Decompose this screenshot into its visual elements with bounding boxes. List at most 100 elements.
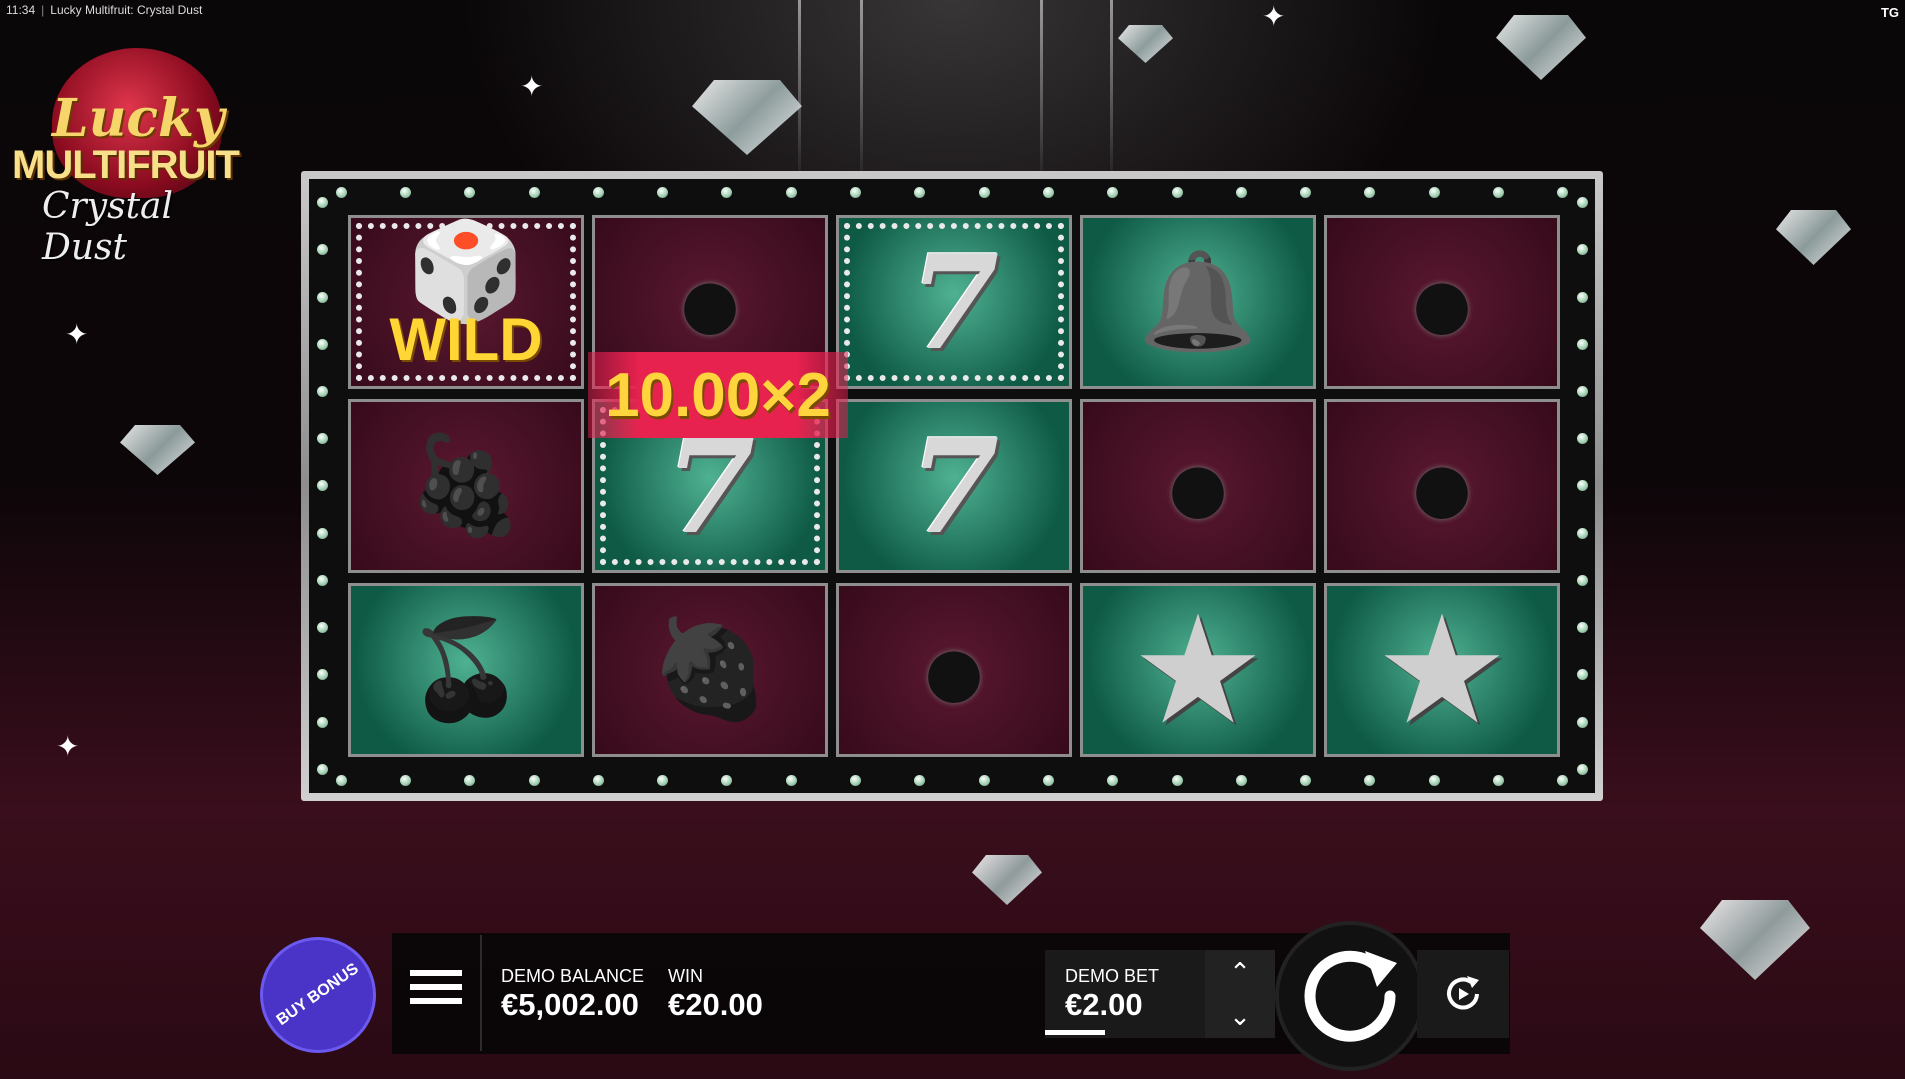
- bulb-light: [1576, 338, 1588, 350]
- bulb-light: [785, 774, 797, 786]
- bulb-light: [1042, 186, 1054, 198]
- bulb-light: [1576, 527, 1588, 539]
- strawberry-icon: 🍓: [650, 616, 770, 723]
- game-logo: Lucky MULTIFRUIT Crystal Dust: [12, 38, 262, 268]
- bulb-light: [721, 186, 733, 198]
- bulb-light: [1576, 763, 1588, 775]
- bulb-light: [316, 622, 328, 634]
- win-value: €20.00: [668, 987, 763, 1022]
- bulb-light: [1576, 433, 1588, 445]
- bulb-light: [850, 186, 862, 198]
- bulb-light: [1576, 716, 1588, 728]
- reel-cell: 7: [836, 399, 1072, 573]
- status-bar: 11:34 | Lucky Multifruit: Crystal Dust: [6, 3, 203, 17]
- reel-cell: ●: [1324, 399, 1560, 573]
- bulb-light: [335, 774, 347, 786]
- sparkle-icon: ✦: [56, 731, 80, 762]
- reel-cell: 🍇: [348, 399, 584, 573]
- bulb-light: [914, 186, 926, 198]
- plum-icon: ●: [673, 235, 747, 369]
- bulb-light: [1576, 480, 1588, 492]
- bulb-light: [721, 774, 733, 786]
- light-beam: [860, 0, 863, 180]
- reel-cell: 7: [836, 215, 1072, 389]
- bulb-light: [785, 186, 797, 198]
- bulb-light: [592, 774, 604, 786]
- bulb-light: [316, 574, 328, 586]
- seven-icon: 7: [908, 225, 1000, 379]
- reel-cell: WILD 🎲: [348, 215, 584, 389]
- bulb-light: [850, 774, 862, 786]
- bulb-light: [1576, 197, 1588, 209]
- bet-adjust: ⌃ ⌄: [1205, 950, 1275, 1038]
- reel-cell: 🔔: [1080, 215, 1316, 389]
- bulb-light: [1171, 186, 1183, 198]
- bulb-light: [464, 774, 476, 786]
- sparkle-icon: ✦: [65, 319, 89, 350]
- autoplay-icon: [1447, 976, 1479, 1010]
- bulb-light: [1300, 186, 1312, 198]
- star-icon: ★: [1130, 586, 1266, 754]
- bulb-light: [316, 763, 328, 775]
- bulb-light: [316, 197, 328, 209]
- bulb-light: [1576, 385, 1588, 397]
- reel-cell: 🍓: [592, 583, 828, 757]
- bulb-light: [1492, 774, 1504, 786]
- bulb-light: [1364, 186, 1376, 198]
- bulb-light: [399, 186, 411, 198]
- clock: 11:34: [6, 3, 36, 17]
- bulb-light: [1235, 774, 1247, 786]
- bulb-light: [1576, 669, 1588, 681]
- chevron-down-icon[interactable]: ⌄: [1229, 1001, 1251, 1032]
- reel-cell: ★: [1080, 583, 1316, 757]
- orange-icon: ●: [1161, 419, 1235, 553]
- bet-label: DEMO BET: [1065, 966, 1160, 986]
- lemon-icon: ●: [1405, 235, 1479, 369]
- light-beam: [798, 0, 801, 180]
- bulb-light: [1300, 774, 1312, 786]
- bulb-light: [1428, 186, 1440, 198]
- menu-icon[interactable]: [410, 970, 462, 1016]
- win-multiplier-badge: 10.00×2: [588, 352, 848, 438]
- bulb-light: [335, 186, 347, 198]
- wild-label: WILD: [389, 306, 543, 373]
- bulb-light: [1576, 244, 1588, 256]
- bulb-light: [978, 186, 990, 198]
- bulb-light: [316, 291, 328, 303]
- bulb-light: [1428, 774, 1440, 786]
- bet-level-bar: [1045, 1030, 1105, 1035]
- spin-button[interactable]: [1275, 921, 1425, 1071]
- bulb-light: [1364, 774, 1376, 786]
- bulb-light: [1576, 622, 1588, 634]
- light-beam: [1110, 0, 1113, 180]
- grapes-icon: 🍇: [406, 432, 526, 539]
- reel-cell: 🍒: [348, 583, 584, 757]
- light-beam: [1040, 0, 1043, 180]
- autoplay-button[interactable]: [1417, 950, 1509, 1038]
- bulb-light: [657, 186, 669, 198]
- bulb-light: [592, 186, 604, 198]
- star-icon: ★: [1374, 586, 1510, 754]
- bulb-light: [1171, 774, 1183, 786]
- chevron-up-icon[interactable]: ⌃: [1229, 957, 1251, 988]
- bulb-light: [399, 774, 411, 786]
- orange-icon: ●: [917, 603, 991, 737]
- bulb-light: [1107, 186, 1119, 198]
- seven-icon: 7: [908, 409, 1000, 563]
- bulb-light: [316, 433, 328, 445]
- bulb-light: [1107, 774, 1119, 786]
- bulb-light: [464, 186, 476, 198]
- bulb-light: [1235, 186, 1247, 198]
- bulb-light: [316, 244, 328, 256]
- reel-cell: ●: [836, 583, 1072, 757]
- bulb-light: [1576, 574, 1588, 586]
- logo-line2: MULTIFRUIT: [12, 143, 240, 187]
- bulb-row-top: [309, 179, 1595, 205]
- bulb-light: [1557, 774, 1569, 786]
- reel-cell: ★: [1324, 583, 1560, 757]
- divider: [480, 935, 482, 1051]
- bulb-light: [1042, 774, 1054, 786]
- sparkle-icon: ✦: [1262, 1, 1286, 32]
- bulb-light: [316, 338, 328, 350]
- cherries-icon: 🍒: [406, 616, 526, 723]
